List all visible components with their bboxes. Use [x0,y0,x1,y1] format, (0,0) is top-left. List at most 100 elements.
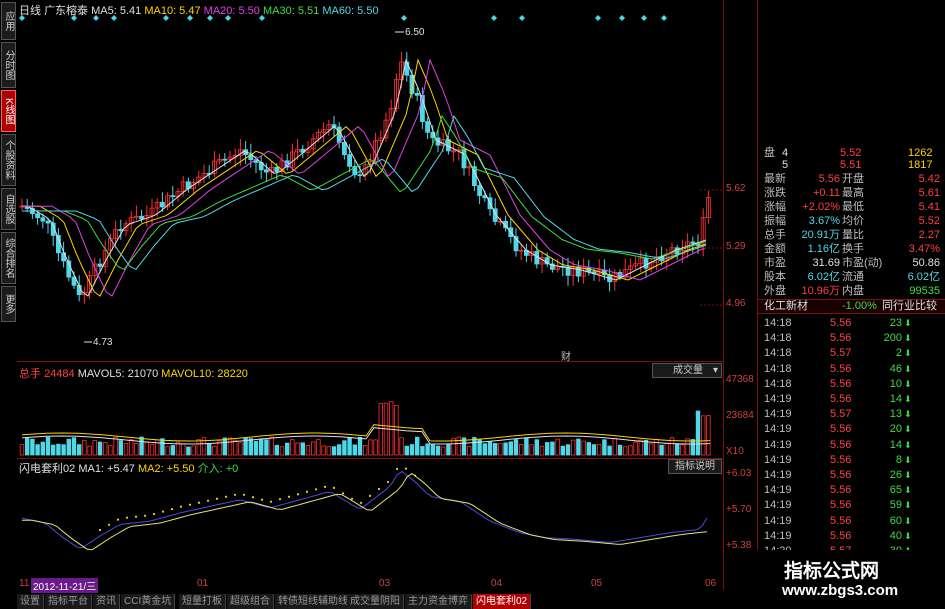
candle-body [139,215,145,220]
tick-volume: 10 [889,377,902,390]
volume-bar [108,445,113,456]
order-row: 5 5.51 1817 [758,159,945,171]
volume-bar [508,441,513,456]
tab-flash-arbitrage[interactable]: 闪电套利02 [473,594,532,609]
chevron-down-icon: ▾ [712,365,718,376]
tick-price: 5.56 [830,514,852,527]
date-tick: 04 [491,578,503,589]
stat-row: 涨幅 +2.02% 最低 5.41 [758,201,945,213]
down-arrow-icon: ⬇ [904,530,912,541]
stat-label: 外盘 [764,285,786,297]
tick-time: 14:18 [764,377,792,390]
tab-volume-yinyang[interactable]: 成交量阴阳 [347,594,404,609]
volume-bar [425,443,430,456]
tab-short-volume[interactable]: 短量打板 [179,594,226,609]
indicator-help-button[interactable]: 指标说明 [668,459,722,474]
stat-label: 最高 [842,187,864,199]
industry-row[interactable]: 化工新材 -1.00% 同行业比较 [758,299,945,314]
volume-name: 总手 [19,368,41,380]
candle-body [347,154,353,167]
volume-bar [617,444,623,456]
volume-bar [160,438,165,456]
volume-bar [487,441,493,456]
indicator-name: 闪电套利02 [19,463,76,475]
stat-value: 50.86 [912,257,940,269]
tab-convertible-line[interactable]: 转债短线辅助线 [275,594,352,609]
price-axis-line [723,0,724,590]
stat-label: 换手 [842,243,864,255]
stat-label: 均价 [842,215,864,227]
volume-bar [238,442,243,456]
moving-average-line [22,58,707,297]
tab-capital-game[interactable]: 主力资金博弈 [405,594,472,609]
indicator-dot [233,493,237,496]
tick-price: 5.56 [830,499,852,512]
indicator-dot [179,505,183,508]
volume-axis-label: 47368 [726,374,754,385]
tick-price: 5.57 [830,347,852,360]
volume-bar [456,436,461,456]
stat-value: 5.61 [918,187,940,199]
tick-row: 14:19 5.56 14 ⬇ [758,439,945,451]
candle-body [159,201,165,208]
date-tick: 03 [379,578,391,589]
volume-bar [519,444,524,456]
stat-value: 99535 [909,285,940,297]
stat-label: 股本 [764,271,786,283]
moving-average-line [22,114,707,271]
diamond-marker-icon [491,15,497,21]
volume-bar [576,438,581,456]
volume-bar [649,443,654,456]
down-arrow-icon: ⬇ [904,485,912,496]
diamond-marker-icon [187,15,193,21]
tab-indicator-platform[interactable]: 指标平台 [45,594,92,609]
volume-bar [498,443,503,456]
tick-row: 14:18 5.56 23 ⬇ [758,317,945,329]
volume-bar [430,444,435,456]
watermark-url: www.zbgs3.com [782,582,899,599]
volume-bar [113,436,118,456]
watermark: 指标公式网 www.zbgs3.com [748,550,945,609]
candle-body [45,220,51,224]
tab-news[interactable]: 资讯 [93,594,120,609]
indicator-dot [350,497,354,500]
indicator-dropdown[interactable]: 成交量 ▾ [652,363,722,378]
tick-time: 14:19 [764,453,792,466]
volume-bar [290,439,295,456]
candle-body [357,174,363,177]
stat-value: +2.02% [802,201,840,213]
tick-volume: 8 [895,453,902,466]
volume-bar [565,444,571,456]
low-price-label: 4.73 [93,337,113,348]
kline-chart[interactable] [0,0,757,594]
volume-bar [545,442,550,456]
volume-bar [482,443,487,456]
volume-bar [144,441,149,456]
volume-bar [466,445,472,456]
down-arrow-icon: ⬇ [904,318,912,328]
finance-marker[interactable]: 财 [561,348,571,363]
volume-bar [336,444,342,456]
diamond-marker-icon [619,15,625,21]
candle-body [643,257,649,269]
diamond-marker-icon [401,15,407,21]
tab-settings[interactable]: 设置 [17,594,44,609]
volume-bar [87,445,92,456]
volume-bar [206,443,212,456]
tick-row: 14:19 5.56 20 ⬇ [758,423,945,435]
indicator-dot [251,496,255,499]
stat-value: 5.41 [918,201,940,213]
mavol10-label: MAVOL10: 28220 [161,368,248,380]
tab-super-combo[interactable]: 超级组合 [227,594,274,609]
volume-bar [612,437,617,456]
volume-bar [149,443,155,456]
stat-label: 流通 [842,271,864,283]
tab-cci-pit[interactable]: CCI黄金坑 [121,594,176,609]
industry-compare[interactable]: 同行业比较 [882,300,937,312]
stat-label: 总手 [764,229,786,241]
volume-bar [212,445,217,456]
indicator-dot [269,500,273,503]
volume-bar [706,415,711,456]
volume-bar [170,445,175,456]
diamond-marker-icon [111,15,117,21]
